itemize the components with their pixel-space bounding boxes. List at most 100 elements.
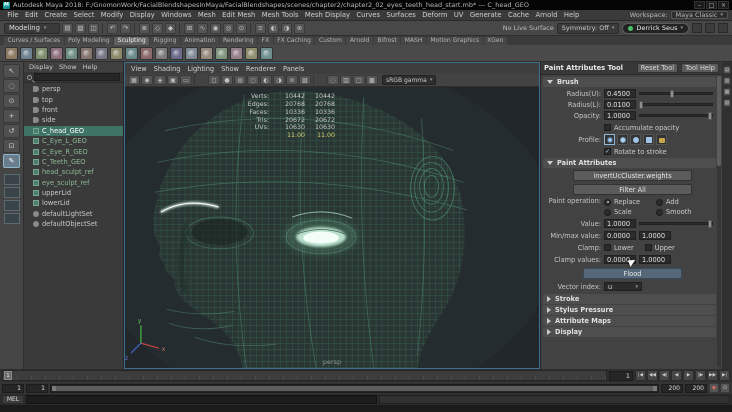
menu-item[interactable]: Curves — [353, 11, 383, 19]
viewport-menu-item[interactable]: Show — [221, 65, 239, 73]
menu-item[interactable]: Surfaces — [383, 11, 419, 19]
outliner-menu-item[interactable]: Show — [59, 63, 77, 71]
playback-end-field[interactable]: 200 — [661, 383, 683, 393]
reset-tool-button[interactable]: Reset Tool — [636, 63, 679, 73]
brush-section-header[interactable]: Brush — [543, 77, 716, 87]
viewport-toolbar-icon[interactable] — [313, 75, 325, 85]
menu-item[interactable]: Arnold — [532, 11, 560, 19]
shelf-smooth-tool[interactable] — [20, 46, 33, 60]
menu-item[interactable]: Modify — [98, 11, 127, 19]
clamp-upper-checkbox[interactable] — [644, 244, 652, 251]
mel-toggle-button[interactable]: MEL — [2, 395, 24, 404]
scale-tool-icon[interactable]: ⊡ — [3, 139, 20, 153]
attribute-editor-icon[interactable]: ▥ — [723, 77, 731, 85]
shelf-scrape-tool[interactable] — [170, 46, 183, 60]
construction-history-icon[interactable]: ≡ — [255, 22, 266, 34]
isolate-select-icon[interactable]: ◌ — [327, 75, 339, 85]
mel-command-input[interactable] — [26, 395, 377, 404]
shelf-relax-tool[interactable] — [35, 46, 48, 60]
render-settings-icon[interactable]: ⊛ — [294, 22, 305, 34]
collapsed-section-header[interactable]: Stroke — [543, 294, 716, 304]
collapsed-section-header[interactable]: Attribute Maps — [543, 316, 716, 326]
shelf-sculpt-tool[interactable] — [5, 46, 18, 60]
image-plane-icon[interactable]: ▭ — [180, 75, 192, 85]
menu-item[interactable]: Mesh — [195, 11, 219, 19]
min-value-field[interactable]: 0.0000 — [604, 231, 636, 240]
outliner-item[interactable]: eye_sculpt_ref — [24, 178, 123, 188]
slider-value-field[interactable]: 1.0000 — [604, 111, 636, 120]
menu-item[interactable]: UV — [451, 11, 467, 19]
filter-all-button[interactable]: Filter All — [573, 184, 692, 195]
menu-item[interactable]: Windows — [158, 11, 195, 19]
outliner-item[interactable]: upperLid — [24, 188, 123, 198]
brush-profile-soft-icon[interactable] — [617, 134, 628, 145]
shelf-tab[interactable]: Rigging — [150, 37, 180, 45]
shelf-tab[interactable]: Motion Graphics — [426, 37, 483, 45]
snap-view-plane-icon[interactable]: ◎ — [223, 22, 234, 34]
shadows-icon[interactable]: ◐ — [260, 75, 272, 85]
menu-item[interactable]: Help — [561, 11, 583, 19]
scrollbar-thumb[interactable] — [717, 76, 721, 166]
ipr-render-icon[interactable]: ◑ — [281, 22, 292, 34]
shelf-bulge-tool[interactable] — [230, 46, 243, 60]
tool-settings-icon[interactable]: ▦ — [723, 88, 731, 96]
redo-icon[interactable]: ↷ — [120, 22, 131, 34]
rotate-to-stroke-checkbox[interactable]: ✓ — [604, 148, 611, 155]
anti-aliasing-icon[interactable]: ▨ — [299, 75, 311, 85]
shelf-imprint-tool[interactable] — [140, 46, 153, 60]
rotate-tool-icon[interactable]: ↺ — [3, 124, 20, 138]
layout-four-pane-button[interactable] — [3, 187, 20, 198]
snap-curve-icon[interactable]: ∿ — [197, 22, 208, 34]
textured-icon[interactable]: ◍ — [234, 75, 246, 85]
menu-item[interactable]: Edit Mesh — [219, 11, 259, 19]
menu-item[interactable]: Select — [70, 11, 97, 19]
brush-profile-gaussian-icon[interactable] — [604, 134, 615, 145]
slider-value-field[interactable]: 0.4500 — [604, 89, 636, 98]
tool-help-button[interactable]: Tool Help — [681, 63, 719, 73]
outliner-item[interactable]: top — [24, 94, 123, 104]
select-hierarchy-icon[interactable]: ≣ — [139, 22, 150, 34]
shelf-repeat-tool[interactable] — [125, 46, 138, 60]
resolution-gate-icon[interactable]: ▢ — [353, 75, 365, 85]
menu-item[interactable]: Generate — [467, 11, 505, 19]
outliner-item[interactable]: C_Eye_R_GEO — [24, 146, 123, 156]
flood-button[interactable]: Flood — [583, 268, 682, 279]
shelf-wax-tool[interactable] — [155, 46, 168, 60]
tool-panel-scrollbar[interactable] — [717, 76, 721, 367]
status-icon[interactable] — [250, 22, 252, 34]
range-slider[interactable] — [50, 383, 659, 393]
current-time-field[interactable]: 1 — [609, 370, 633, 381]
gate-mask-icon[interactable]: ▩ — [366, 75, 378, 85]
animation-end-field[interactable]: 200 — [685, 383, 707, 393]
select-component-icon[interactable]: ◆ — [165, 22, 176, 34]
slider-track[interactable] — [639, 90, 713, 98]
live-surface-indicator[interactable]: No Live Surface — [503, 24, 554, 32]
shelf-freeze-tool[interactable] — [260, 46, 273, 60]
layout-persp-outliner-button[interactable] — [3, 200, 20, 211]
value-slider-track[interactable] — [639, 220, 713, 228]
shelf-pinch-tool[interactable] — [65, 46, 78, 60]
go-to-start-button[interactable]: |◀ — [635, 370, 646, 381]
paint-operation-option[interactable]: Replace — [604, 197, 656, 207]
symmetry-selector[interactable]: Symmetry: Off ▾ — [556, 22, 620, 34]
render-icon[interactable]: ◐ — [268, 22, 279, 34]
shelf-smear-tool[interactable] — [215, 46, 228, 60]
radio-button[interactable] — [604, 198, 611, 206]
move-tool-icon[interactable]: + — [3, 109, 20, 123]
time-slider[interactable]: 1 — [2, 370, 607, 381]
select-camera-icon[interactable]: ▦ — [128, 75, 140, 85]
close-button[interactable]: × — [718, 1, 729, 9]
shelf-grab-tool[interactable] — [50, 46, 63, 60]
menu-item[interactable]: Edit — [22, 11, 42, 19]
undo-icon[interactable]: ↶ — [107, 22, 118, 34]
open-scene-icon[interactable]: ▧ — [75, 22, 86, 34]
gamma-selector[interactable]: sRGB gamma ▾ — [382, 75, 437, 85]
viewport-menu-item[interactable]: Lighting — [187, 65, 214, 73]
range-slider-inner[interactable] — [52, 385, 657, 391]
outliner-item[interactable]: C_head_GEO — [24, 125, 123, 136]
radio-button[interactable] — [604, 208, 611, 216]
paint-operation-option[interactable]: Smooth — [656, 207, 708, 217]
play-backwards-button[interactable]: ◀ — [671, 370, 682, 381]
ambient-occlusion-icon[interactable]: ◑ — [273, 75, 285, 85]
outliner-item[interactable]: C_Eye_L_GEO — [24, 136, 123, 146]
